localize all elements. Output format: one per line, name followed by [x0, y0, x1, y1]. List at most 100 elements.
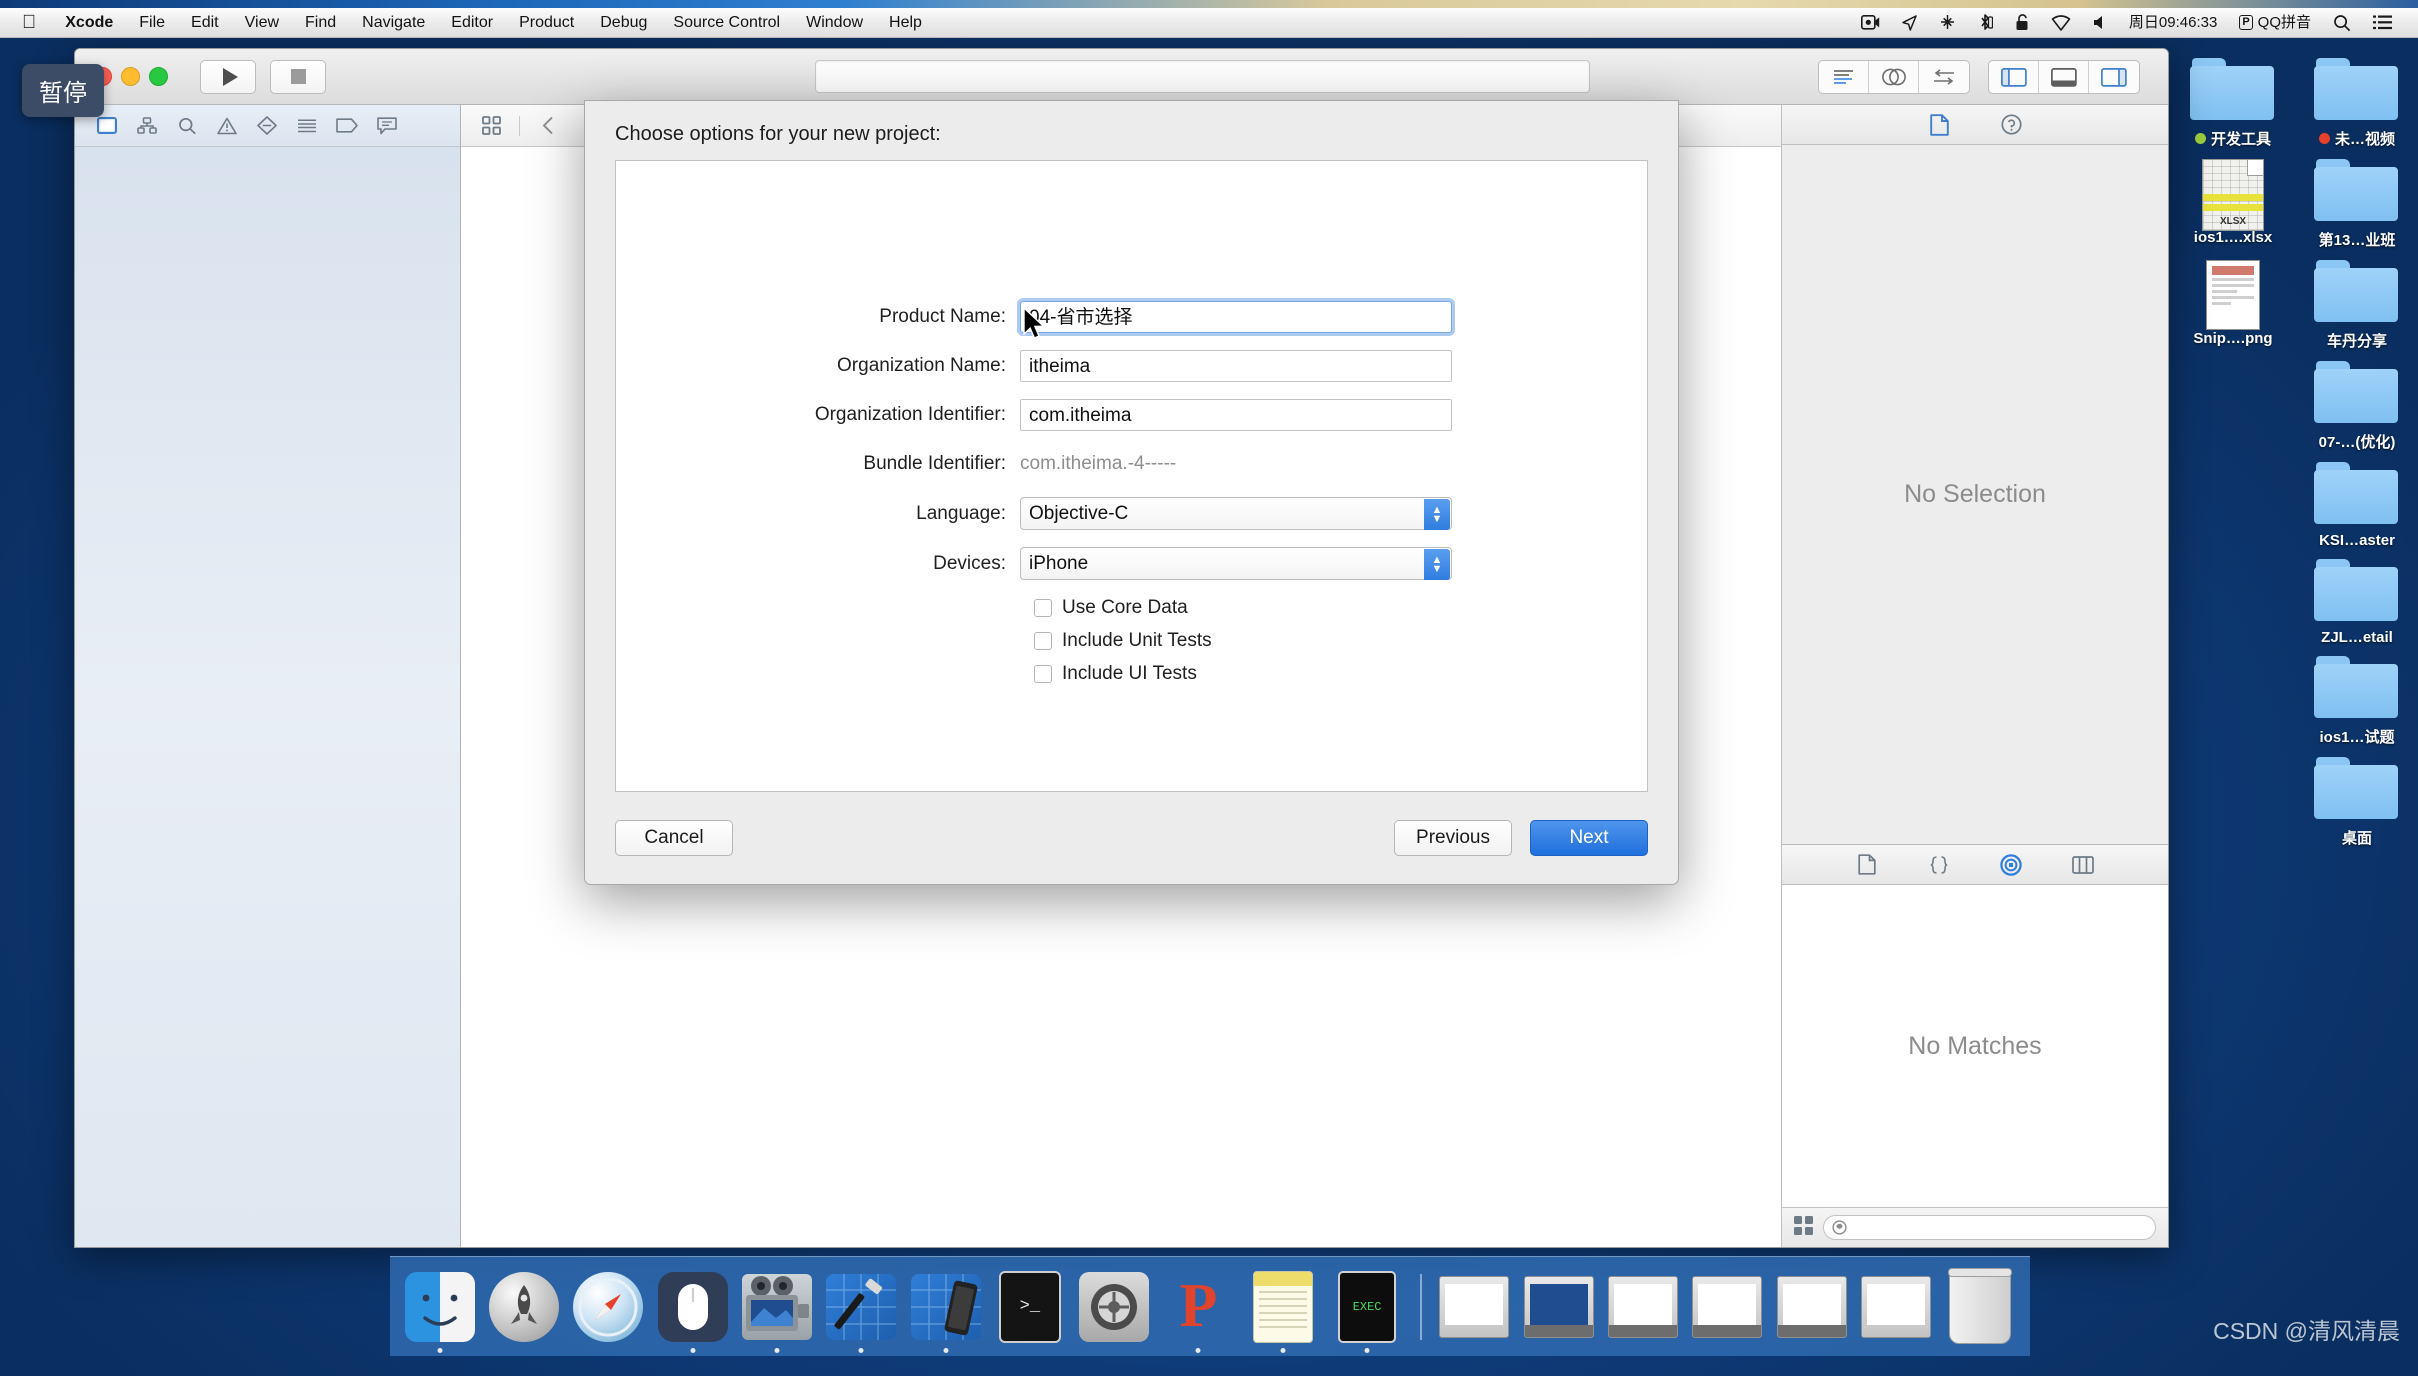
dock-item-powerpoint[interactable]: P	[1161, 1269, 1236, 1353]
run-button[interactable]	[200, 59, 256, 94]
menu-item-help[interactable]: Help	[876, 8, 935, 38]
menu-item-debug[interactable]: Debug	[587, 8, 660, 38]
desktop-icon-di13[interactable]: 第13…业班	[2298, 159, 2416, 250]
menu-item-find[interactable]: Find	[292, 8, 349, 38]
desktop-icon-ios-xlsx[interactable]: XLSX ios1….xlsx	[2174, 159, 2292, 250]
desktop-icon-snip-png[interactable]: Snip….png	[2174, 260, 2292, 351]
include-ui-tests-checkbox[interactable]	[1034, 665, 1052, 683]
standard-editor-icon[interactable]	[1819, 61, 1869, 93]
checkbox-row-include-unit-tests[interactable]: Include Unit Tests	[1034, 630, 1647, 652]
airdrop-icon[interactable]	[1928, 14, 1967, 31]
input-method-indicator[interactable]: P QQ拼音	[2228, 8, 2322, 38]
dock-minimized-window-6[interactable]	[1858, 1269, 1933, 1345]
wifi-icon[interactable]	[2040, 14, 2082, 31]
include-unit-tests-checkbox[interactable]	[1034, 632, 1052, 650]
desktop-icon-chedanfenxiang[interactable]: 车丹分享	[2298, 260, 2416, 351]
dock-minimized-window-3[interactable]	[1605, 1269, 1680, 1345]
menu-item-product[interactable]: Product	[506, 8, 587, 38]
apple-logo-icon[interactable]: 	[18, 10, 52, 36]
desktop-icon-07-youhua[interactable]: 07-…(优化)	[2298, 361, 2416, 452]
dock-item-notes[interactable]	[1245, 1269, 1320, 1353]
minimize-window-button[interactable]	[121, 67, 140, 86]
library-grid-icon[interactable]	[1794, 1215, 1813, 1240]
desktop-icon-ksi-aster[interactable]: KSI…aster	[2298, 462, 2416, 549]
dock-item-safari[interactable]	[571, 1269, 646, 1345]
next-button[interactable]: Next	[1530, 820, 1648, 856]
dock-minimized-window-2[interactable]	[1521, 1269, 1596, 1345]
issue-navigator-icon[interactable]	[207, 111, 247, 141]
utilities-toggle-icon[interactable]	[2089, 61, 2139, 93]
debug-navigator-icon[interactable]	[287, 111, 327, 141]
devices-select[interactable]: iPhone ▲ ▼	[1020, 547, 1452, 580]
organization-identifier-input[interactable]: com.itheima	[1020, 399, 1452, 431]
dock-item-system-preferences[interactable]	[1077, 1269, 1152, 1345]
language-select[interactable]: Objective-C ▲ ▼	[1020, 497, 1452, 530]
dock-minimized-window-4[interactable]	[1690, 1269, 1765, 1345]
file-template-library-icon[interactable]	[1852, 852, 1882, 878]
report-navigator-icon[interactable]	[367, 111, 407, 141]
zoom-window-button[interactable]	[149, 67, 168, 86]
object-library-icon[interactable]	[1996, 852, 2026, 878]
find-navigator-icon[interactable]	[167, 111, 207, 141]
location-arrow-icon[interactable]	[1891, 14, 1928, 31]
dock-item-terminal[interactable]: >_	[992, 1269, 1067, 1345]
devices-stepper-icon[interactable]: ▲ ▼	[1424, 549, 1450, 580]
menu-item-source-control[interactable]: Source Control	[660, 8, 793, 38]
lock-icon[interactable]	[2004, 14, 2040, 31]
dock-item-simulator[interactable]	[908, 1269, 983, 1353]
desktop-icon-zjl-etail[interactable]: ZJL…etail	[2298, 559, 2416, 646]
dock-item-launchpad[interactable]	[486, 1269, 561, 1345]
menu-item-edit[interactable]: Edit	[178, 8, 232, 38]
menu-item-xcode[interactable]: Xcode	[52, 8, 126, 38]
dock-item-trash[interactable]	[1943, 1267, 2018, 1345]
menu-item-window[interactable]: Window	[793, 8, 876, 38]
file-inspector-icon[interactable]	[1924, 112, 1954, 138]
desktop-icon-ios-shiti[interactable]: ios1…试题	[2298, 656, 2416, 747]
breakpoint-navigator-icon[interactable]	[327, 111, 367, 141]
navigator-toggle-icon[interactable]	[1989, 61, 2039, 93]
desktop-icon-kaifagongju[interactable]: 开发工具	[2174, 58, 2292, 149]
cancel-button[interactable]: Cancel	[615, 820, 733, 856]
pause-tooltip[interactable]: 暂停	[22, 64, 104, 117]
menu-item-navigate[interactable]: Navigate	[349, 8, 438, 38]
dock-item-finder[interactable]	[402, 1269, 477, 1353]
menu-bar-clock[interactable]: 周日09:46:33	[2118, 8, 2228, 38]
organization-name-input[interactable]: itheima	[1020, 350, 1452, 382]
search-icon[interactable]	[2322, 14, 2362, 32]
version-editor-icon[interactable]	[1919, 61, 1969, 93]
language-stepper-icon[interactable]: ▲ ▼	[1424, 499, 1450, 530]
powerpoint-icon: P	[1179, 1272, 1218, 1340]
library-search-input[interactable]	[1823, 1215, 2156, 1240]
menu-item-editor[interactable]: Editor	[438, 8, 506, 38]
dock-item-mouse[interactable]	[655, 1269, 730, 1353]
test-navigator-icon[interactable]	[247, 111, 287, 141]
dock-minimized-window-1[interactable]	[1437, 1269, 1512, 1345]
media-library-icon[interactable]	[2068, 852, 2098, 878]
product-name-input[interactable]: 04-省市选择	[1020, 301, 1452, 333]
chevron-left-icon[interactable]	[530, 112, 566, 140]
dock-item-quicktime[interactable]	[739, 1269, 814, 1353]
stop-button[interactable]	[270, 59, 326, 94]
use-core-data-checkbox[interactable]	[1034, 599, 1052, 617]
dock-minimized-window-5[interactable]	[1774, 1269, 1849, 1345]
checkbox-row-include-ui-tests[interactable]: Include UI Tests	[1034, 663, 1647, 685]
quick-help-icon[interactable]	[1996, 112, 2026, 138]
assistant-editor-icon[interactable]	[1869, 61, 1919, 93]
checkbox-row-use-core-data[interactable]: Use Core Data	[1034, 597, 1647, 619]
related-items-icon[interactable]	[473, 112, 509, 140]
code-snippet-library-icon[interactable]	[1924, 852, 1954, 878]
menu-item-view[interactable]: View	[232, 8, 292, 38]
debug-area-toggle-icon[interactable]	[2039, 61, 2089, 93]
control-center-icon[interactable]	[2362, 15, 2404, 30]
menu-item-file[interactable]: File	[126, 8, 178, 38]
desktop-icon-weishipin[interactable]: 未…视频	[2298, 58, 2416, 149]
previous-button[interactable]: Previous	[1394, 820, 1512, 856]
dock-item-exec[interactable]: EXEC	[1329, 1269, 1404, 1353]
desktop-icon-zhuomian[interactable]: 桌面	[2298, 757, 2416, 848]
project-navigator-tree[interactable]	[75, 147, 460, 1247]
volume-icon[interactable]	[2082, 15, 2118, 30]
dock-item-xcode[interactable]	[824, 1269, 899, 1353]
symbol-navigator-icon[interactable]	[127, 111, 167, 141]
bluetooth-icon[interactable]	[1967, 13, 2004, 32]
screen-recording-icon[interactable]	[1850, 15, 1891, 30]
